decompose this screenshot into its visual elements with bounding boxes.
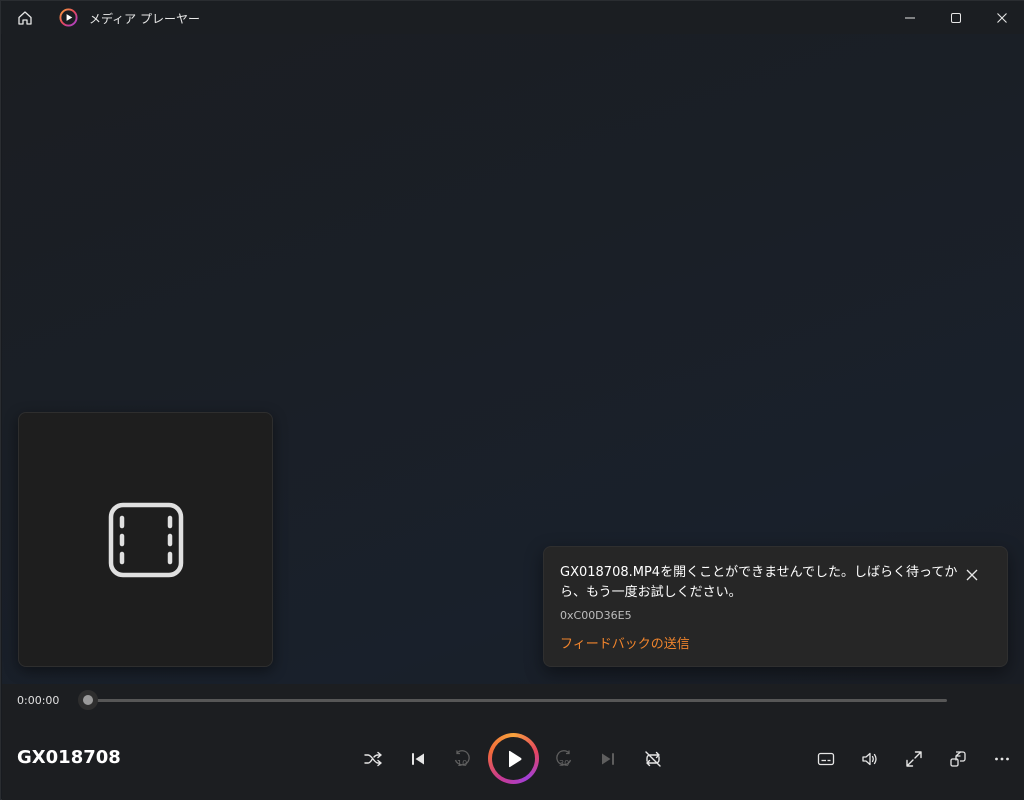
- minimize-button[interactable]: [887, 1, 933, 34]
- play-icon: [508, 750, 521, 767]
- close-button[interactable]: [979, 1, 1024, 34]
- next-button[interactable]: [592, 743, 624, 775]
- next-icon: [602, 753, 614, 765]
- volume-icon: [862, 752, 877, 766]
- home-button[interactable]: [11, 5, 39, 31]
- shuffle-button[interactable]: [357, 743, 389, 775]
- home-icon: [18, 11, 32, 25]
- miniplayer-icon: [950, 751, 966, 767]
- subtitles-button[interactable]: [810, 743, 842, 775]
- error-code: 0xC00D36E5: [560, 609, 632, 622]
- miniplayer-button[interactable]: [942, 743, 974, 775]
- playback-controls: 0:00:00 GX018708 10 30: [2, 684, 1024, 800]
- media-title: GX018708: [17, 747, 121, 768]
- volume-button[interactable]: [854, 743, 886, 775]
- skip-back-seconds: 10: [457, 759, 468, 768]
- repeat-button[interactable]: [637, 743, 669, 775]
- media-player-icon: [59, 8, 78, 27]
- seek-bar[interactable]: [86, 699, 947, 702]
- previous-icon: [412, 753, 424, 765]
- minimize-icon: [905, 17, 915, 18]
- skip-forward-seconds: 30: [559, 759, 570, 768]
- skip-forward-button[interactable]: 30: [548, 743, 580, 775]
- more-options-button[interactable]: [986, 743, 1018, 775]
- more-icon: [995, 757, 1009, 761]
- send-feedback-link[interactable]: フィードバックの送信: [560, 633, 690, 652]
- error-toast: GX018708.MP4を開くことができませんでした。しばらく待ってから、もう一…: [543, 546, 1008, 667]
- maximize-button[interactable]: [933, 1, 979, 34]
- subtitles-icon: [817, 752, 835, 766]
- film-icon: [108, 502, 183, 577]
- close-icon: [997, 12, 1007, 23]
- window-title: メディア プレーヤー: [89, 12, 200, 26]
- fullscreen-button[interactable]: [898, 743, 930, 775]
- error-message: GX018708.MP4を開くことができませんでした。しばらく待ってから、もう一…: [560, 565, 958, 600]
- media-player-window: メディア プレーヤー GX018708.MP4を開くことができませんでした。しば…: [0, 0, 1024, 800]
- previous-button[interactable]: [402, 743, 434, 775]
- title-bar: メディア プレーヤー: [1, 1, 1024, 34]
- seek-thumb[interactable]: [78, 690, 98, 710]
- maximize-icon: [951, 12, 961, 23]
- repeat-off-icon: [645, 751, 661, 767]
- skip-back-button[interactable]: 10: [446, 743, 478, 775]
- fullscreen-icon: [906, 751, 922, 767]
- shuffle-icon: [364, 751, 382, 767]
- play-button[interactable]: [488, 733, 539, 784]
- close-icon: [966, 569, 978, 581]
- play-button-inner: [492, 737, 535, 780]
- current-time: 0:00:00: [17, 694, 60, 707]
- toast-close-button[interactable]: [960, 563, 984, 587]
- media-thumbnail: [18, 412, 273, 667]
